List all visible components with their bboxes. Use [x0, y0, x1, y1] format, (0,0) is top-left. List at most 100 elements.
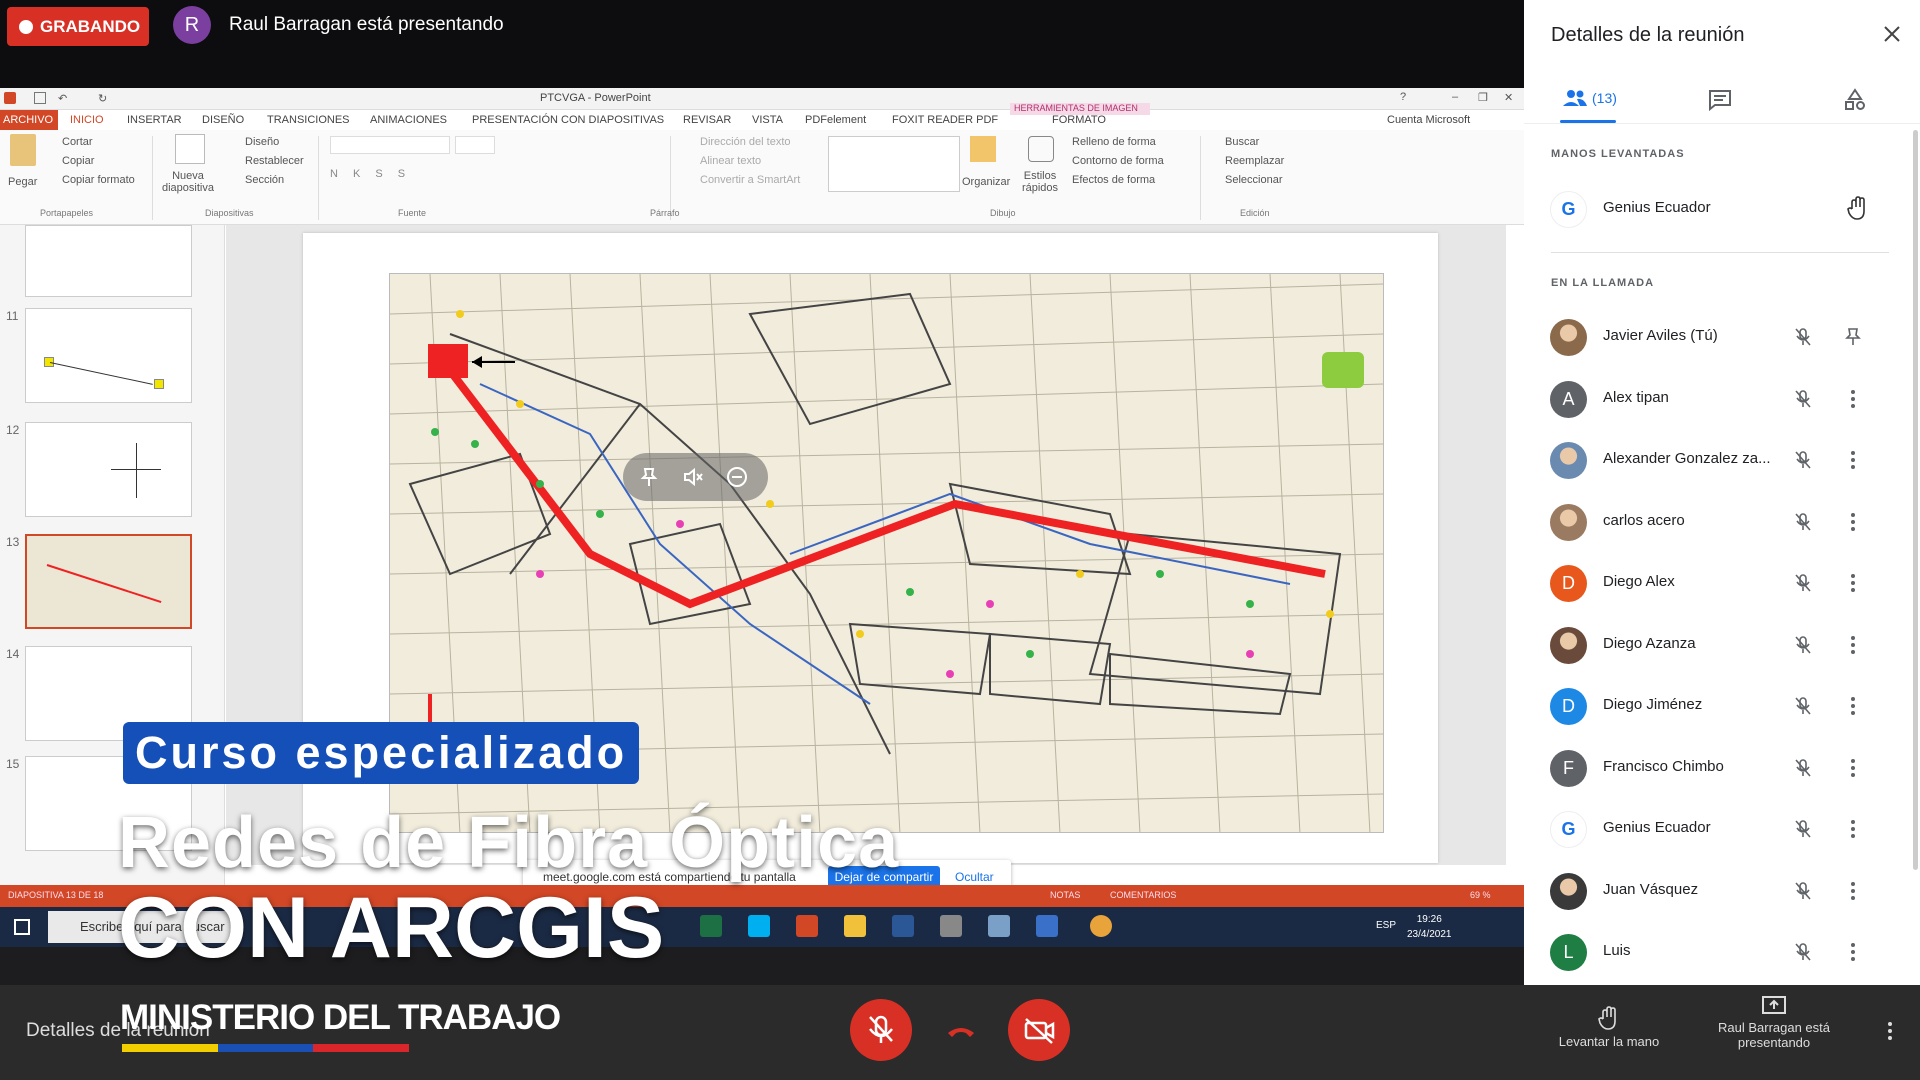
more-options-icon[interactable] — [1842, 572, 1864, 594]
paste-button[interactable]: Pegar — [8, 176, 37, 188]
chrome-icon[interactable] — [1090, 915, 1112, 937]
file-explorer-icon[interactable] — [844, 915, 866, 937]
presenting-button[interactable]: Raul Barragan está presentando — [1699, 995, 1849, 1065]
slide-thumbnail[interactable] — [25, 225, 192, 297]
replace-button[interactable]: Reemplazar — [1225, 155, 1284, 167]
activities-icon[interactable] — [1842, 84, 1868, 116]
section-button[interactable]: Sección — [245, 174, 284, 186]
new-slide-button[interactable]: Nueva diapositiva — [158, 170, 218, 194]
minimize-icon[interactable]: – — [1452, 91, 1458, 103]
tab-animaciones[interactable]: ANIMACIONES — [370, 114, 447, 126]
remove-icon[interactable] — [725, 465, 749, 489]
camera-toggle-button[interactable] — [1008, 999, 1070, 1061]
microsoft-account[interactable]: Cuenta Microsoft — [1387, 114, 1470, 126]
chat-icon[interactable] — [1707, 84, 1733, 116]
windows-start-icon[interactable] — [14, 919, 30, 935]
participant-row[interactable]: Javier Aviles (Tú) — [1524, 305, 1920, 367]
app-icon[interactable] — [988, 915, 1010, 937]
slide-thumbnail[interactable] — [25, 422, 192, 517]
participant-row[interactable]: A Alex tipan — [1524, 367, 1920, 429]
mic-muted-icon[interactable] — [1792, 572, 1814, 594]
font-format-buttons[interactable]: N K S S — [330, 168, 411, 180]
taskbar-clock[interactable]: 19:26 23/4/2021 — [1407, 912, 1452, 942]
slide-thumbnail[interactable] — [25, 308, 192, 403]
paste-icon[interactable] — [10, 134, 36, 166]
reset-button[interactable]: Restablecer — [245, 155, 304, 167]
slide-thumbnails-pane[interactable]: 11 12 13 14 15 — [0, 225, 225, 885]
more-options-icon[interactable] — [1842, 757, 1864, 779]
pin-icon[interactable] — [1842, 326, 1864, 348]
skype-icon[interactable] — [748, 915, 770, 937]
undo-icon[interactable]: ↶ — [58, 92, 70, 105]
mic-muted-icon[interactable] — [1792, 880, 1814, 902]
copy-button[interactable]: Copiar — [62, 155, 94, 167]
participant-row[interactable]: D Diego Jiménez — [1524, 674, 1920, 736]
mic-muted-icon[interactable] — [1792, 511, 1814, 533]
zoom-level[interactable]: 69 % — [1470, 890, 1491, 900]
tab-pdfelement[interactable]: PDFelement — [805, 114, 866, 126]
tab-archivo[interactable]: ARCHIVO — [0, 110, 58, 130]
tab-formato[interactable]: FORMATO — [1052, 114, 1106, 126]
more-options-icon[interactable] — [1842, 511, 1864, 533]
format-painter-button[interactable]: Copiar formato — [62, 174, 135, 186]
more-options-icon[interactable] — [1842, 818, 1864, 840]
new-slide-icon[interactable] — [175, 134, 205, 164]
convert-smartart-button[interactable]: Convertir a SmartArt — [700, 174, 800, 186]
help-icon[interactable]: ? — [1400, 91, 1406, 103]
align-text-button[interactable]: Alinear texto — [700, 155, 761, 167]
more-options-icon[interactable] — [1842, 449, 1864, 471]
tab-insertar[interactable]: INSERTAR — [127, 114, 182, 126]
tab-inicio[interactable]: INICIO — [70, 114, 104, 126]
redo-icon[interactable]: ↻ — [98, 92, 110, 105]
leave-call-button[interactable] — [930, 999, 992, 1061]
close-icon[interactable] — [1880, 22, 1904, 46]
participant-row[interactable]: G Genius Ecuador — [1524, 797, 1920, 859]
powerpoint-taskbar-icon[interactable] — [796, 915, 818, 937]
shape-fill-button[interactable]: Relleno de forma — [1072, 136, 1156, 148]
arrange-icon[interactable] — [970, 136, 996, 162]
app-icon[interactable] — [1036, 915, 1058, 937]
participant-row[interactable]: Alexander Gonzalez za... — [1524, 428, 1920, 490]
more-options-icon[interactable] — [1842, 941, 1864, 963]
restore-icon[interactable]: ❐ — [1478, 91, 1488, 104]
mic-muted-icon[interactable] — [1792, 941, 1814, 963]
mic-muted-icon[interactable] — [1792, 757, 1814, 779]
microphone-toggle-button[interactable] — [850, 999, 912, 1061]
mic-muted-icon[interactable] — [1792, 449, 1814, 471]
panel-scrollbar[interactable] — [1913, 130, 1918, 870]
quick-styles-button[interactable]: Estilos rápidos — [1015, 170, 1065, 194]
slide-thumbnail-active[interactable] — [25, 534, 192, 629]
text-direction-button[interactable]: Dirección del texto — [700, 136, 791, 148]
excel-icon[interactable] — [700, 915, 722, 937]
notes-button[interactable]: NOTAS — [1050, 890, 1080, 900]
close-window-icon[interactable]: ✕ — [1504, 91, 1513, 104]
save-icon[interactable] — [34, 92, 46, 104]
tab-people[interactable]: (13) — [1562, 84, 1622, 116]
select-button[interactable]: Seleccionar — [1225, 174, 1282, 186]
more-options-icon[interactable] — [1842, 634, 1864, 656]
mic-muted-icon[interactable] — [1792, 695, 1814, 717]
arrange-button[interactable]: Organizar — [962, 176, 1010, 188]
mic-muted-icon[interactable] — [1792, 634, 1814, 656]
participant-row[interactable]: L Luis — [1524, 920, 1920, 982]
tab-vista[interactable]: VISTA — [752, 114, 783, 126]
mic-muted-icon[interactable] — [1792, 818, 1814, 840]
participant-row[interactable]: D Diego Alex — [1524, 551, 1920, 613]
calculator-icon[interactable] — [940, 915, 962, 937]
cut-button[interactable]: Cortar — [62, 136, 93, 148]
font-size-select[interactable] — [455, 136, 495, 154]
find-button[interactable]: Buscar — [1225, 136, 1259, 148]
keyboard-language[interactable]: ESP — [1376, 920, 1396, 931]
comments-button[interactable]: COMENTARIOS — [1110, 890, 1176, 900]
word-icon[interactable] — [892, 915, 914, 937]
tab-presentacion[interactable]: PRESENTACIÓN CON DIAPOSITIVAS — [472, 114, 664, 126]
tab-revisar[interactable]: REVISAR — [683, 114, 731, 126]
participant-row[interactable]: Juan Vásquez — [1524, 859, 1920, 921]
font-name-select[interactable] — [330, 136, 450, 154]
more-options-icon[interactable] — [1842, 695, 1864, 717]
shape-effects-button[interactable]: Efectos de forma — [1072, 174, 1155, 186]
mic-muted-icon[interactable] — [1792, 388, 1814, 410]
participant-row[interactable]: carlos acero — [1524, 490, 1920, 552]
participant-row[interactable]: Diego Azanza — [1524, 613, 1920, 675]
mic-muted-icon[interactable] — [1792, 326, 1814, 348]
